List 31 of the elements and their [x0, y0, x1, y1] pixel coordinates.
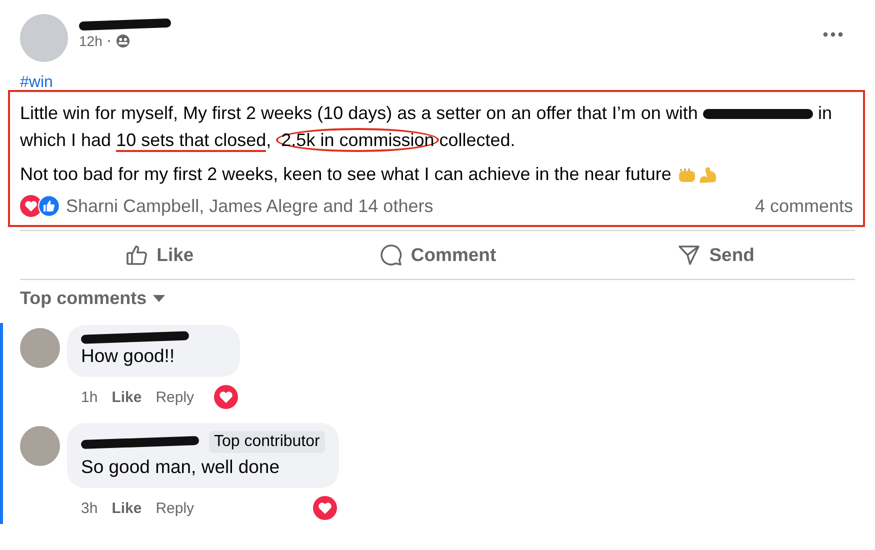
avatar-photo[interactable] [20, 14, 68, 62]
post-text: Little win for myself, My first 2 weeks (10 days) as a setter on an offer that I’m on with in which I had 10 sets that closed, 2.5k in commission collected. [20, 102, 833, 154]
comment-text: How good!! [81, 345, 176, 367]
comment-text: So good man, well done [81, 456, 280, 478]
comments-filter-dropdown[interactable]: Top comments [20, 288, 165, 309]
post-time[interactable]: 12h [79, 33, 102, 49]
post-text: Not too bad for my first 2 weeks, keen to see what I can achieve in the near future [20, 163, 672, 186]
like-link[interactable]: Like [112, 500, 142, 516]
thumbs-up-icon [124, 243, 149, 267]
avatar-photo[interactable] [20, 426, 60, 466]
comment-button[interactable]: Comment [370, 239, 504, 271]
like-reaction-icon [38, 195, 60, 217]
reply-link[interactable]: Reply [156, 500, 194, 516]
contributor-badge: Top contributor [209, 431, 325, 453]
love-reaction-icon [214, 385, 238, 409]
reaction-names[interactable]: Sharni Campbell, James Alegre and 14 others [66, 196, 434, 216]
love-reaction-icon [312, 496, 337, 520]
comment-time[interactable]: 1h [81, 388, 98, 406]
comment-count[interactable]: 4 comments [754, 196, 853, 216]
avatar-photo[interactable] [20, 328, 60, 368]
like-link[interactable]: Like [112, 388, 142, 406]
speech-bubble-icon [378, 243, 403, 267]
caret-icon [152, 294, 165, 302]
reply-link[interactable]: Reply [156, 388, 194, 406]
people-icon [116, 34, 130, 48]
like-button[interactable]: Like [116, 239, 202, 271]
hashtag-link[interactable]: #win [20, 74, 53, 91]
comment-time[interactable]: 3h [81, 500, 98, 516]
send-icon [677, 243, 702, 267]
send-button[interactable]: Send [669, 239, 762, 271]
more-options-icon[interactable] [823, 32, 843, 37]
